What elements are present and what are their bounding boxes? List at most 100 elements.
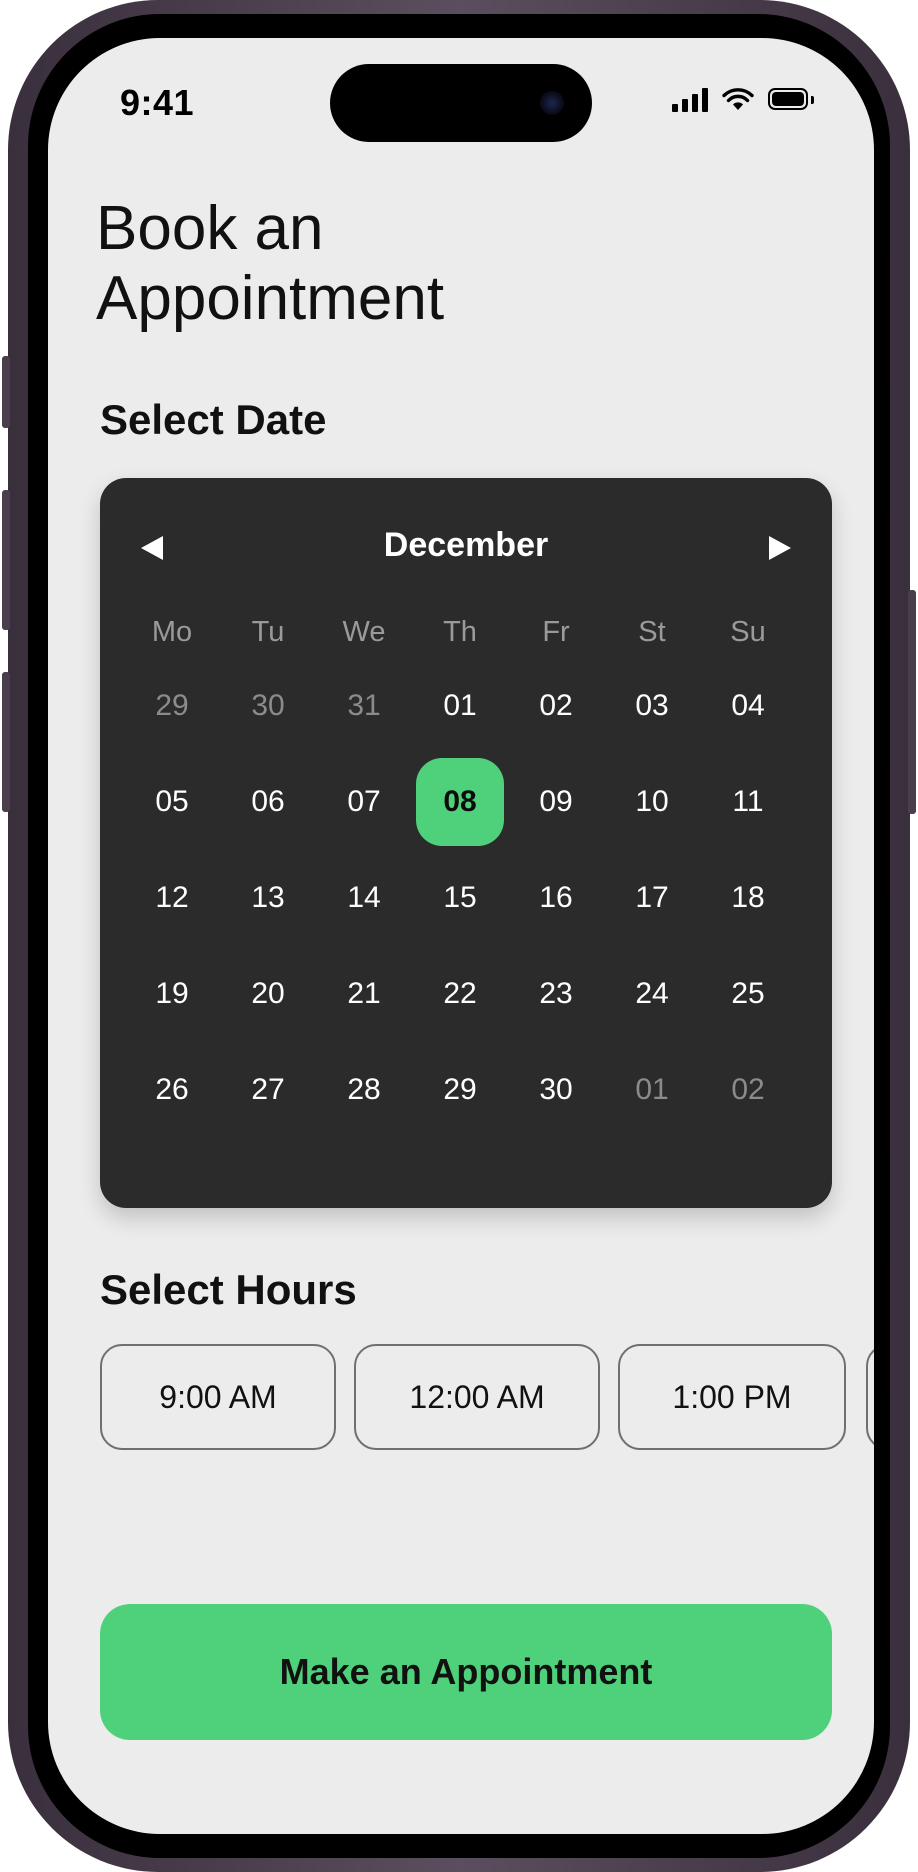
make-appointment-label: Make an Appointment	[279, 1651, 653, 1692]
calendar-day-number: 04	[731, 689, 765, 722]
calendar-day[interactable]: 13	[220, 850, 316, 946]
cellular-signal-icon	[672, 88, 708, 112]
page-title-line-2: Appointment	[96, 264, 445, 333]
calendar-day-number: 24	[635, 977, 669, 1010]
calendar-day-number: 01	[443, 689, 477, 722]
calendar-day[interactable]: 29	[412, 1042, 508, 1138]
battery-icon	[768, 88, 814, 112]
calendar-day[interactable]: 03	[604, 658, 700, 754]
calendar-header: December	[100, 518, 832, 578]
calendar-day-number: 14	[347, 881, 381, 914]
hours-strip: 9:00 AM 12:00 AM 1:00 PM	[100, 1344, 874, 1454]
calendar-day-number: 30	[251, 689, 285, 722]
power-button	[908, 590, 916, 814]
calendar-day-number: 29	[155, 689, 189, 722]
select-date-label: Select Date	[100, 396, 327, 443]
calendar-month: December	[383, 526, 549, 564]
calendar-day-number: 30	[539, 1073, 573, 1106]
weekday-label: Fr	[542, 616, 570, 648]
weekday-label: Mo	[151, 616, 193, 648]
calendar-day[interactable]: 19	[124, 946, 220, 1042]
calendar-day-number: 19	[155, 977, 189, 1010]
calendar-day[interactable]: 16	[508, 850, 604, 946]
calendar-day[interactable]: 11	[700, 754, 796, 850]
calendar-day[interactable]: 24	[604, 946, 700, 1042]
calendar-day-number: 02	[731, 1073, 765, 1106]
hour-slot-button[interactable]: 1:00 PM	[618, 1344, 846, 1450]
volume-down-button	[2, 672, 10, 812]
page-title: Book an Appointment	[96, 194, 616, 334]
calendar-day[interactable]: 15	[412, 850, 508, 946]
calendar-day-number: 03	[635, 689, 669, 722]
calendar-day-number: 21	[347, 977, 381, 1010]
calendar-day[interactable]: 31	[316, 658, 412, 754]
calendar-day[interactable]: 04	[700, 658, 796, 754]
status-time: 9:41	[120, 82, 195, 123]
calendar-day[interactable]: 30	[508, 1042, 604, 1138]
calendar-day[interactable]: 10	[604, 754, 700, 850]
calendar-day[interactable]: 23	[508, 946, 604, 1042]
weekday-label: We	[342, 616, 386, 648]
calendar-day[interactable]: 20	[220, 946, 316, 1042]
action-button	[2, 356, 10, 428]
calendar: December Mo Tu We Th Fr St Su 29 30 31 01 02 03 04 05 0…	[100, 478, 832, 1208]
calendar-day[interactable]: 06	[220, 754, 316, 850]
calendar-day[interactable]: 26	[124, 1042, 220, 1138]
wifi-icon	[722, 88, 754, 110]
calendar-day-number: 27	[251, 1073, 285, 1106]
status-icons	[672, 88, 814, 112]
calendar-day-selected[interactable]: 08	[412, 754, 508, 850]
calendar-day[interactable]: 09	[508, 754, 604, 850]
next-month-button[interactable]	[760, 528, 800, 568]
calendar-day-number: 31	[347, 689, 381, 722]
weekday-label: St	[638, 616, 666, 648]
calendar-day-number: 20	[251, 977, 285, 1010]
calendar-day-number: 25	[731, 977, 765, 1010]
calendar-day-number: 17	[635, 881, 669, 914]
calendar-day-number: 29	[443, 1073, 477, 1106]
calendar-day-number: 07	[347, 785, 381, 818]
calendar-day[interactable]: 02	[508, 658, 604, 754]
calendar-day[interactable]: 01	[412, 658, 508, 754]
calendar-day-number: 05	[155, 785, 189, 818]
calendar-day-number: 13	[251, 881, 285, 914]
weekday-label: Su	[730, 616, 766, 648]
calendar-day[interactable]: 02	[700, 1042, 796, 1138]
calendar-day[interactable]: 05	[124, 754, 220, 850]
calendar-day[interactable]: 25	[700, 946, 796, 1042]
page-title-line-1: Book an	[96, 194, 324, 263]
hour-slot-button[interactable]: 9:00 AM	[100, 1344, 336, 1450]
calendar-day[interactable]: 28	[316, 1042, 412, 1138]
volume-up-button	[2, 490, 10, 630]
weekday-label: Tu	[251, 616, 285, 648]
calendar-day[interactable]: 22	[412, 946, 508, 1042]
calendar-day[interactable]: 17	[604, 850, 700, 946]
hour-slot-button[interactable]	[866, 1344, 874, 1450]
calendar-day[interactable]: 21	[316, 946, 412, 1042]
calendar-day[interactable]: 01	[604, 1042, 700, 1138]
caret-right-icon	[769, 536, 791, 560]
camera-icon	[540, 91, 564, 115]
calendar-day-number: 02	[539, 689, 573, 722]
calendar-day[interactable]: 30	[220, 658, 316, 754]
calendar-day[interactable]: 12	[124, 850, 220, 946]
calendar-day[interactable]: 14	[316, 850, 412, 946]
calendar-day-number: 28	[347, 1073, 381, 1106]
calendar-day-number: 18	[731, 881, 765, 914]
calendar-day[interactable]: 27	[220, 1042, 316, 1138]
hour-slot-button[interactable]: 12:00 AM	[354, 1344, 600, 1450]
screen: 9:41 Book an Appointment Select Date Dec…	[48, 38, 874, 1834]
dynamic-island	[330, 64, 592, 142]
calendar-day-number: 22	[443, 977, 477, 1010]
calendar-day-number: 11	[732, 785, 764, 818]
calendar-day[interactable]: 29	[124, 658, 220, 754]
make-appointment-button[interactable]: Make an Appointment	[100, 1604, 832, 1740]
calendar-day-number: 12	[155, 881, 189, 914]
calendar-day-number: 23	[539, 977, 573, 1010]
calendar-grid: Mo Tu We Th Fr St Su 29 30 31 01 02 03 04 05 06 07 08 09 10…	[124, 606, 796, 1138]
calendar-day-number: 06	[251, 785, 285, 818]
calendar-day[interactable]: 07	[316, 754, 412, 850]
calendar-day-number: 26	[155, 1073, 189, 1106]
calendar-day-number: 15	[443, 881, 477, 914]
calendar-day[interactable]: 18	[700, 850, 796, 946]
